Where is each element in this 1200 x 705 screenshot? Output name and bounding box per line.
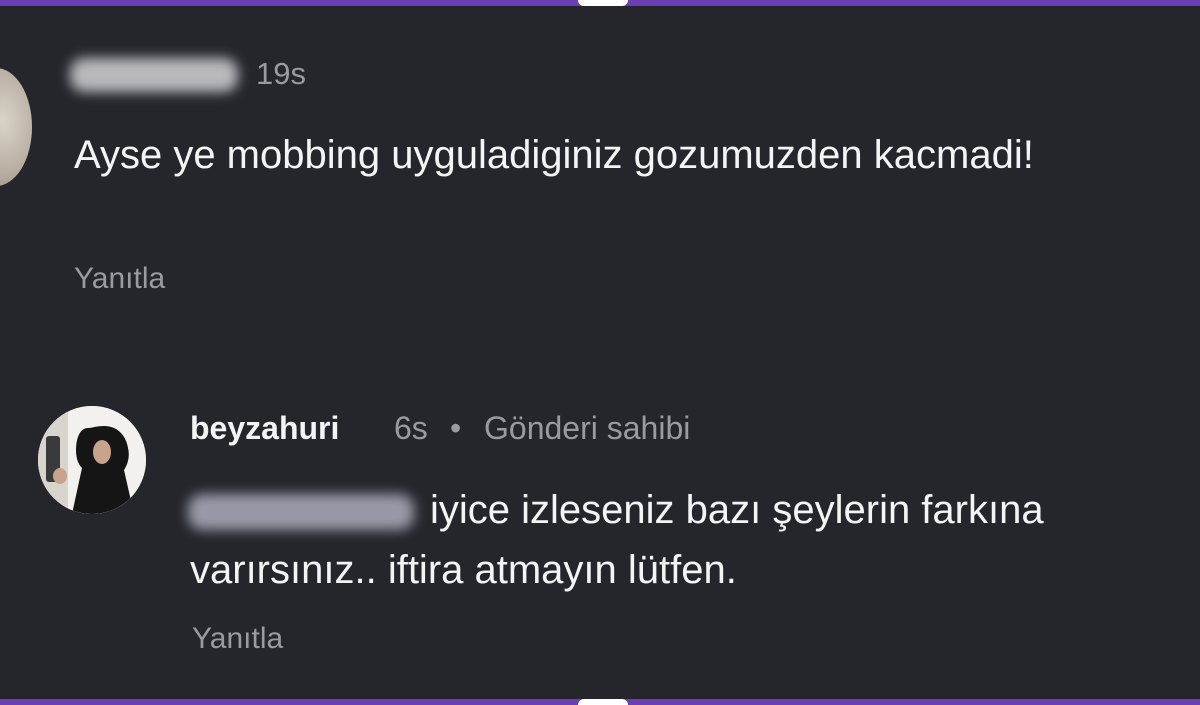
comment-text-line2: varırsınız.. iftira atmayın lütfen. — [190, 548, 737, 592]
username[interactable]: beyzahuri — [190, 410, 339, 447]
comment-text: Ayse ye mobbing uyguladiginiz gozumuzden… — [74, 133, 1034, 177]
reply-button[interactable]: Yanıtla — [192, 622, 283, 656]
comment-text-line1: iyice izleseniz bazı şeylerin farkına — [430, 488, 1044, 532]
comment-time: 6s — [394, 410, 428, 446]
reply-button[interactable]: Yanıtla — [74, 262, 165, 296]
top-resize-handle[interactable] — [578, 0, 628, 6]
avatar-photo — [38, 406, 146, 514]
post-author-badge: Gönderi sahibi — [484, 410, 691, 446]
avatar[interactable] — [38, 406, 146, 514]
blurred-mention — [188, 494, 414, 530]
avatar[interactable] — [0, 68, 32, 186]
comments-screen: 19s Ayse ye mobbing uyguladiginiz gozumu… — [0, 0, 1200, 705]
separator-dot: • — [450, 410, 462, 446]
bottom-resize-handle[interactable] — [578, 699, 628, 705]
comment-time: 19s — [256, 56, 306, 91]
blurred-username — [70, 58, 238, 92]
